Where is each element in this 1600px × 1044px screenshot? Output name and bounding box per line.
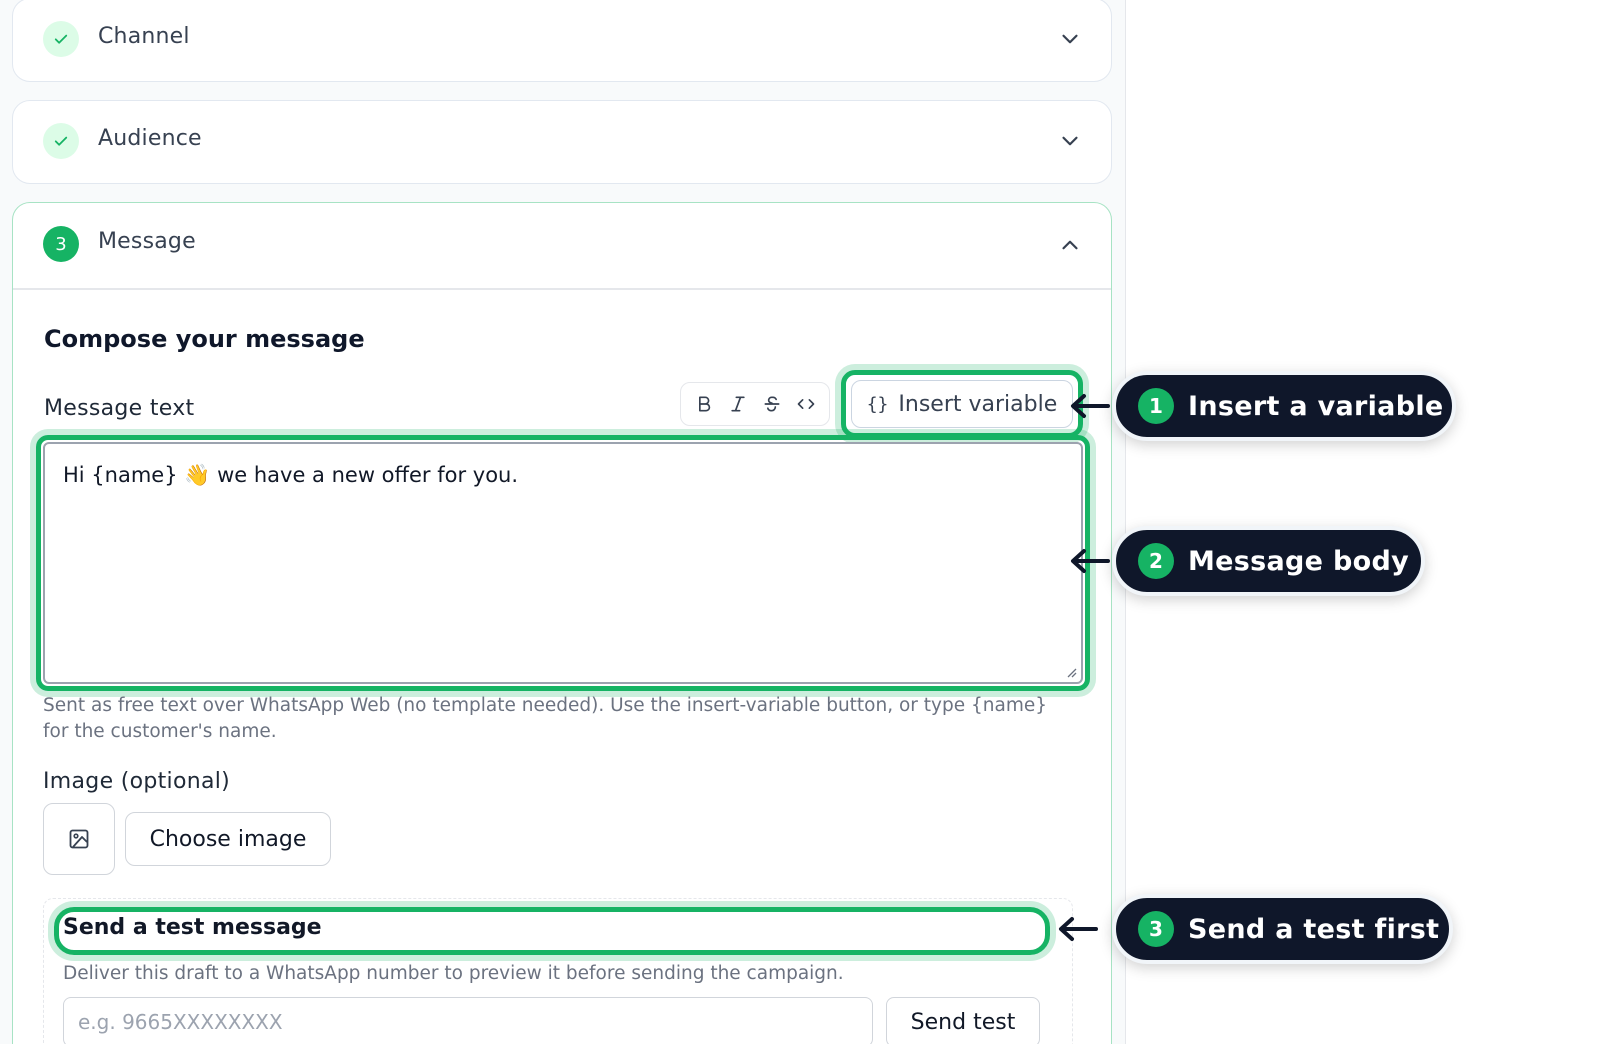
callout-number: 2 bbox=[1138, 543, 1174, 579]
arrow-left-icon bbox=[1071, 549, 1110, 573]
callout-send-test: 3 Send a test first bbox=[1112, 894, 1453, 964]
callout-text: Message body bbox=[1188, 545, 1409, 577]
image-icon bbox=[69, 829, 89, 849]
step-number-badge: 3 bbox=[43, 226, 79, 262]
message-help-text: Sent as free text over WhatsApp Web (no … bbox=[43, 695, 1047, 742]
test-message-description: Deliver this draft to a WhatsApp number … bbox=[63, 963, 844, 984]
campaign-steps-column: Channel Audience 3 Message Compose your … bbox=[0, 0, 1126, 1044]
check-icon bbox=[43, 21, 79, 57]
send-test-button[interactable]: Send test bbox=[886, 997, 1040, 1044]
chevron-down-icon[interactable] bbox=[1057, 26, 1083, 52]
highlight-insert-variable bbox=[841, 370, 1083, 438]
image-placeholder[interactable] bbox=[43, 803, 115, 875]
format-toolbar bbox=[680, 382, 830, 426]
step-message: 3 Message Compose your message Message t… bbox=[12, 202, 1112, 1044]
callout-text: Insert a variable bbox=[1188, 390, 1444, 422]
callout-number: 1 bbox=[1138, 388, 1174, 424]
italic-icon[interactable] bbox=[723, 389, 753, 419]
bold-icon[interactable] bbox=[689, 389, 719, 419]
highlight-test-message bbox=[54, 907, 1050, 955]
strikethrough-icon[interactable] bbox=[757, 389, 787, 419]
image-label: Image (optional) bbox=[43, 769, 231, 794]
header-divider bbox=[13, 288, 1111, 290]
test-phone-input[interactable] bbox=[63, 997, 873, 1044]
step-title-message: Message bbox=[98, 229, 196, 254]
arrow-left-icon bbox=[1059, 917, 1098, 941]
step-channel[interactable]: Channel bbox=[12, 0, 1112, 82]
step-message-header[interactable]: 3 Message bbox=[13, 203, 1111, 285]
highlight-message-body bbox=[36, 435, 1090, 691]
callout-insert-variable: 1 Insert a variable bbox=[1112, 371, 1456, 441]
step-audience-header: Audience bbox=[13, 101, 1111, 185]
code-icon[interactable] bbox=[791, 389, 821, 419]
chevron-down-icon[interactable] bbox=[1057, 128, 1083, 154]
message-text-label: Message text bbox=[44, 396, 195, 421]
step-title-channel: Channel bbox=[98, 24, 190, 49]
callout-text: Send a test first bbox=[1188, 913, 1440, 945]
callout-message-body: 2 Message body bbox=[1112, 526, 1425, 596]
choose-image-button[interactable]: Choose image bbox=[125, 812, 331, 866]
step-channel-header: Channel bbox=[13, 0, 1111, 83]
arrow-left-icon bbox=[1071, 394, 1110, 418]
step-title-audience: Audience bbox=[98, 126, 202, 151]
callout-number: 3 bbox=[1138, 911, 1174, 947]
test-message-section: Send a test message Deliver this draft t… bbox=[43, 898, 1073, 1044]
compose-title: Compose your message bbox=[44, 325, 365, 353]
check-icon bbox=[43, 123, 79, 159]
chevron-up-icon[interactable] bbox=[1057, 232, 1083, 258]
step-audience[interactable]: Audience bbox=[12, 100, 1112, 184]
